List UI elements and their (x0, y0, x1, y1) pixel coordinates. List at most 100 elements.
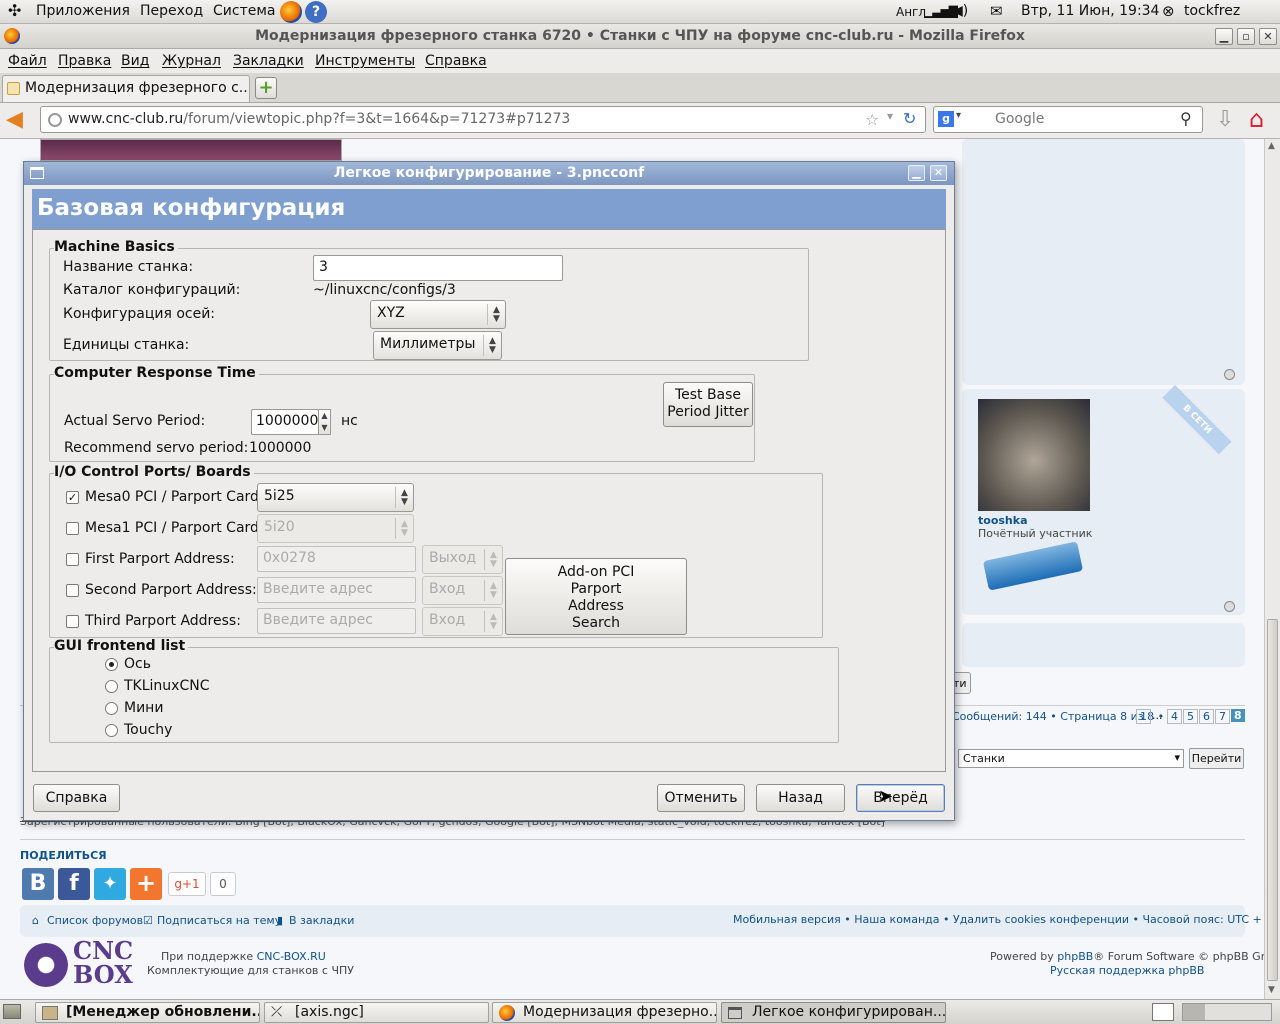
parport1-checkbox[interactable] (66, 553, 79, 566)
notes-applet-icon[interactable] (1152, 1003, 1174, 1021)
dropdown-icon[interactable]: ▾ (887, 109, 893, 123)
firefox-window-icon[interactable] (4, 28, 20, 44)
addon-pci-search-button[interactable]: Add-on PCI Parport Address Search (505, 558, 687, 635)
mesa1-checkbox[interactable] (66, 522, 79, 535)
scroll-up-icon[interactable]: ▲ (1268, 141, 1275, 151)
gnome-foot-icon[interactable]: ✣ (8, 1, 21, 20)
units-combo[interactable]: Миллиметры ▲ ▼ (373, 331, 502, 360)
site-identity-icon[interactable] (48, 113, 62, 127)
help-button[interactable]: Справка (33, 784, 120, 812)
parport2-direction-combo[interactable]: Вход ▲ ▼ (422, 576, 503, 605)
vk-share-icon[interactable]: В (22, 868, 54, 900)
back-arrow-icon[interactable]: ◀ (6, 107, 23, 132)
test-jitter-button[interactable]: Test Base Period Jitter (663, 382, 753, 427)
volume-icon[interactable]: ◀) (952, 3, 968, 19)
gui-option-axis[interactable]: Ось (124, 656, 151, 672)
reload-icon[interactable]: ↻ (903, 109, 916, 128)
task-firefox[interactable]: Модернизация фрезерно... (492, 1002, 717, 1023)
jump-go-button[interactable]: Перейти (1189, 748, 1244, 769)
cancel-button[interactable]: Отменить (657, 784, 745, 812)
minimize-icon[interactable]: ▁ (1215, 28, 1233, 45)
page-link-7[interactable]: 7 (1215, 709, 1230, 724)
search-bar[interactable]: g ▾ Google ⚲ (933, 106, 1203, 133)
parport2-checkbox[interactable] (66, 584, 79, 597)
close-icon[interactable]: ✕ (1259, 28, 1277, 45)
user-name[interactable]: tockfrez (1184, 3, 1240, 19)
parport1-direction-combo[interactable]: Выход ▲ ▼ (422, 545, 503, 574)
firefox-launcher-icon[interactable] (280, 1, 302, 23)
bookmark-link[interactable]: В закладки (289, 914, 354, 927)
machine-name-input[interactable]: 3 (313, 255, 563, 281)
scroll-down-icon[interactable]: ▼ (1268, 985, 1275, 995)
new-tab-icon[interactable]: + (255, 77, 277, 99)
applications-menu[interactable]: Приложения (36, 3, 130, 19)
parport3-direction-combo[interactable]: Вход ▲ ▼ (422, 607, 503, 636)
footer-right-links[interactable]: Мобильная версия • Наша команда • Удалит… (733, 913, 1264, 926)
menu-view[interactable]: Вид (121, 53, 149, 69)
google-engine-icon[interactable]: g (938, 111, 954, 127)
user-avatar[interactable] (978, 399, 1090, 511)
sponsor-link[interactable]: CNC-BOX.RU (257, 950, 326, 963)
engine-dropdown-icon[interactable]: ▾ (956, 110, 961, 121)
servo-period-input[interactable]: 1000000 (251, 409, 319, 435)
places-menu[interactable]: Переход (140, 3, 203, 19)
workspace-switcher[interactable] (1182, 1003, 1272, 1021)
phpbb-link[interactable]: phpBB (1057, 950, 1093, 963)
parport3-address-input[interactable]: Введите адрес (257, 608, 416, 634)
downloads-icon[interactable]: ⇩ (1216, 107, 1234, 132)
gui-option-mini[interactable]: Мини (124, 700, 163, 716)
parport1-address-input[interactable]: 0x0278 (257, 546, 416, 572)
mesa0-checkbox[interactable]: ✓ (66, 491, 79, 504)
page-link-5[interactable]: 5 (1183, 709, 1198, 724)
back-to-top-icon-2[interactable] (1224, 601, 1235, 612)
maximize-icon[interactable]: ▫ (1237, 28, 1255, 45)
axes-config-combo[interactable]: XYZ ▲ ▼ (370, 300, 506, 329)
gui-option-touchy[interactable]: Touchy (124, 722, 172, 738)
gui-option-tklinuxcnc-radio[interactable] (105, 680, 118, 693)
page-scrollbar[interactable]: ▲ ▼ (1264, 139, 1280, 999)
menu-history[interactable]: Журнал (162, 53, 221, 69)
gui-option-mini-radio[interactable] (105, 702, 118, 715)
page-current-8[interactable]: 8 (1231, 709, 1245, 722)
task-axis[interactable]: ⤫ [axis.ngc] (264, 1002, 489, 1023)
jump-to-select[interactable]: Станки ▾ (958, 749, 1184, 768)
show-desktop-icon[interactable] (3, 1004, 21, 1019)
mesa1-combo[interactable]: 5i20 ▲ ▼ (257, 514, 414, 543)
ru-support-link[interactable]: Русская поддержка phpBB (1050, 964, 1204, 977)
clock[interactable]: Втр, 11 Июн, 19:34 (1021, 3, 1159, 19)
bookmark-star-icon[interactable]: ☆ (865, 110, 879, 129)
twitter-share-icon[interactable]: ✦ (94, 868, 126, 900)
back-button[interactable]: Назад (756, 784, 845, 812)
gui-option-tklinuxcnc[interactable]: TKLinuxCNC (124, 678, 209, 694)
menu-tools[interactable]: Инструменты (315, 53, 415, 69)
dialog-minimize-icon[interactable]: ▁ (908, 165, 925, 181)
parport2-address-input[interactable]: Введите адрес (257, 577, 416, 603)
dialog-window-icon[interactable] (30, 167, 44, 179)
facebook-share-icon[interactable]: f (58, 868, 90, 900)
subscribe-link[interactable]: Подписаться на тему (157, 914, 281, 927)
forward-button[interactable]: Вперёд (856, 784, 945, 812)
menu-help[interactable]: Справка (425, 53, 487, 69)
tab-current[interactable]: Модернизация фрезерного с... (2, 75, 250, 102)
servo-spinner-icon[interactable]: ▲ ▼ (318, 409, 331, 435)
page-link-6[interactable]: 6 (1199, 709, 1214, 724)
gplus-icon[interactable]: g+1 (168, 872, 206, 896)
help-launcher-icon[interactable]: ? (305, 1, 327, 23)
task-update-manager[interactable]: [Менеджер обновлени... (35, 1002, 260, 1023)
gui-option-touchy-radio[interactable] (105, 724, 118, 737)
post-attachment-image[interactable] (40, 139, 342, 161)
forum-list-link[interactable]: Список форумов (47, 914, 143, 927)
page-link-4[interactable]: 4 (1167, 709, 1182, 724)
menu-edit[interactable]: Правка (58, 53, 111, 69)
scroll-thumb[interactable] (1267, 619, 1278, 981)
search-icon[interactable]: ⚲ (1180, 109, 1192, 128)
home-icon[interactable]: ⌂ (1249, 105, 1264, 133)
post-author-name[interactable]: tooshka (978, 514, 1028, 527)
back-to-top-icon[interactable] (1224, 369, 1235, 380)
cncbox-logo-icon[interactable] (24, 943, 68, 987)
keyboard-layout-indicator[interactable]: Англ (896, 5, 926, 19)
dialog-close-icon[interactable]: ✕ (930, 165, 947, 181)
url-bar[interactable]: www.cnc-club.ru/forum/viewtopic.php?f=3&… (40, 106, 926, 133)
menu-file[interactable]: Файл (8, 53, 47, 69)
user-status-icon[interactable]: ⊗ (1162, 2, 1175, 20)
